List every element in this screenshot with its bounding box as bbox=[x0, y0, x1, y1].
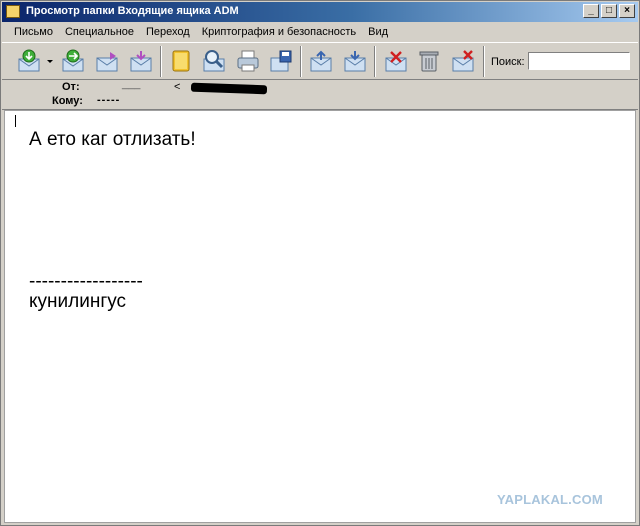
minimize-button[interactable]: _ bbox=[583, 4, 599, 18]
reply-mail-icon[interactable] bbox=[94, 48, 120, 74]
maximize-button[interactable]: □ bbox=[601, 4, 617, 18]
address-book-icon[interactable] bbox=[168, 48, 194, 74]
receive-mail-icon[interactable] bbox=[16, 48, 42, 74]
title-bar[interactable]: Просмотр папки Входящие ящика ADM _ □ × bbox=[2, 2, 638, 22]
folder-icon bbox=[6, 5, 20, 18]
toolbar-separator bbox=[374, 46, 376, 77]
new-mail-icon[interactable] bbox=[128, 48, 154, 74]
mail-window: Просмотр папки Входящие ящика ADM _ □ × … bbox=[0, 0, 640, 526]
toolbar-separator bbox=[300, 46, 302, 77]
menu-crypto[interactable]: Криптография и безопасность bbox=[194, 26, 360, 38]
from-address[interactable]: < bbox=[174, 81, 180, 93]
message-body[interactable]: А ето каг отлизать! ------------------ к… bbox=[4, 110, 636, 523]
trash-icon[interactable] bbox=[416, 48, 442, 74]
forward-mail-icon[interactable] bbox=[60, 48, 86, 74]
to-value[interactable]: ----- bbox=[97, 94, 120, 106]
close-button[interactable]: × bbox=[619, 4, 635, 18]
previous-mail-icon[interactable] bbox=[308, 48, 334, 74]
text-caret bbox=[15, 115, 16, 127]
watermark: YAPLAKAL.COM bbox=[497, 492, 603, 507]
chevron-down-icon[interactable] bbox=[46, 57, 54, 65]
window-title: Просмотр папки Входящие ящика ADM bbox=[26, 5, 239, 17]
toolbar-separator bbox=[483, 46, 485, 77]
next-mail-icon[interactable] bbox=[342, 48, 368, 74]
menu-go[interactable]: Переход bbox=[138, 26, 194, 38]
from-label: От: bbox=[62, 81, 80, 93]
from-value: ___ bbox=[122, 78, 141, 90]
message-headers: От: ___ < Кому: ----- bbox=[2, 78, 638, 110]
menu-special[interactable]: Специальное bbox=[57, 26, 138, 38]
toolbar-separator bbox=[160, 46, 162, 77]
delete-mail-icon[interactable] bbox=[383, 48, 409, 74]
signature-text: кунилингус bbox=[29, 291, 127, 312]
print-icon[interactable] bbox=[235, 48, 261, 74]
signature-separator: ------------------ bbox=[29, 271, 143, 292]
menu-view[interactable]: Вид bbox=[360, 26, 392, 38]
to-label: Кому: bbox=[52, 95, 83, 107]
save-icon[interactable] bbox=[268, 48, 294, 74]
find-icon[interactable] bbox=[201, 48, 227, 74]
menu-bar: Письмо Специальное Переход Криптография … bbox=[2, 23, 638, 41]
menu-letter[interactable]: Письмо bbox=[2, 26, 57, 38]
toolbar: Поиск: bbox=[2, 42, 638, 80]
spam-icon[interactable] bbox=[450, 48, 476, 74]
search-input[interactable] bbox=[528, 52, 630, 70]
search-label: Поиск: bbox=[491, 56, 525, 68]
message-line: А ето каг отлизать! bbox=[29, 129, 196, 150]
